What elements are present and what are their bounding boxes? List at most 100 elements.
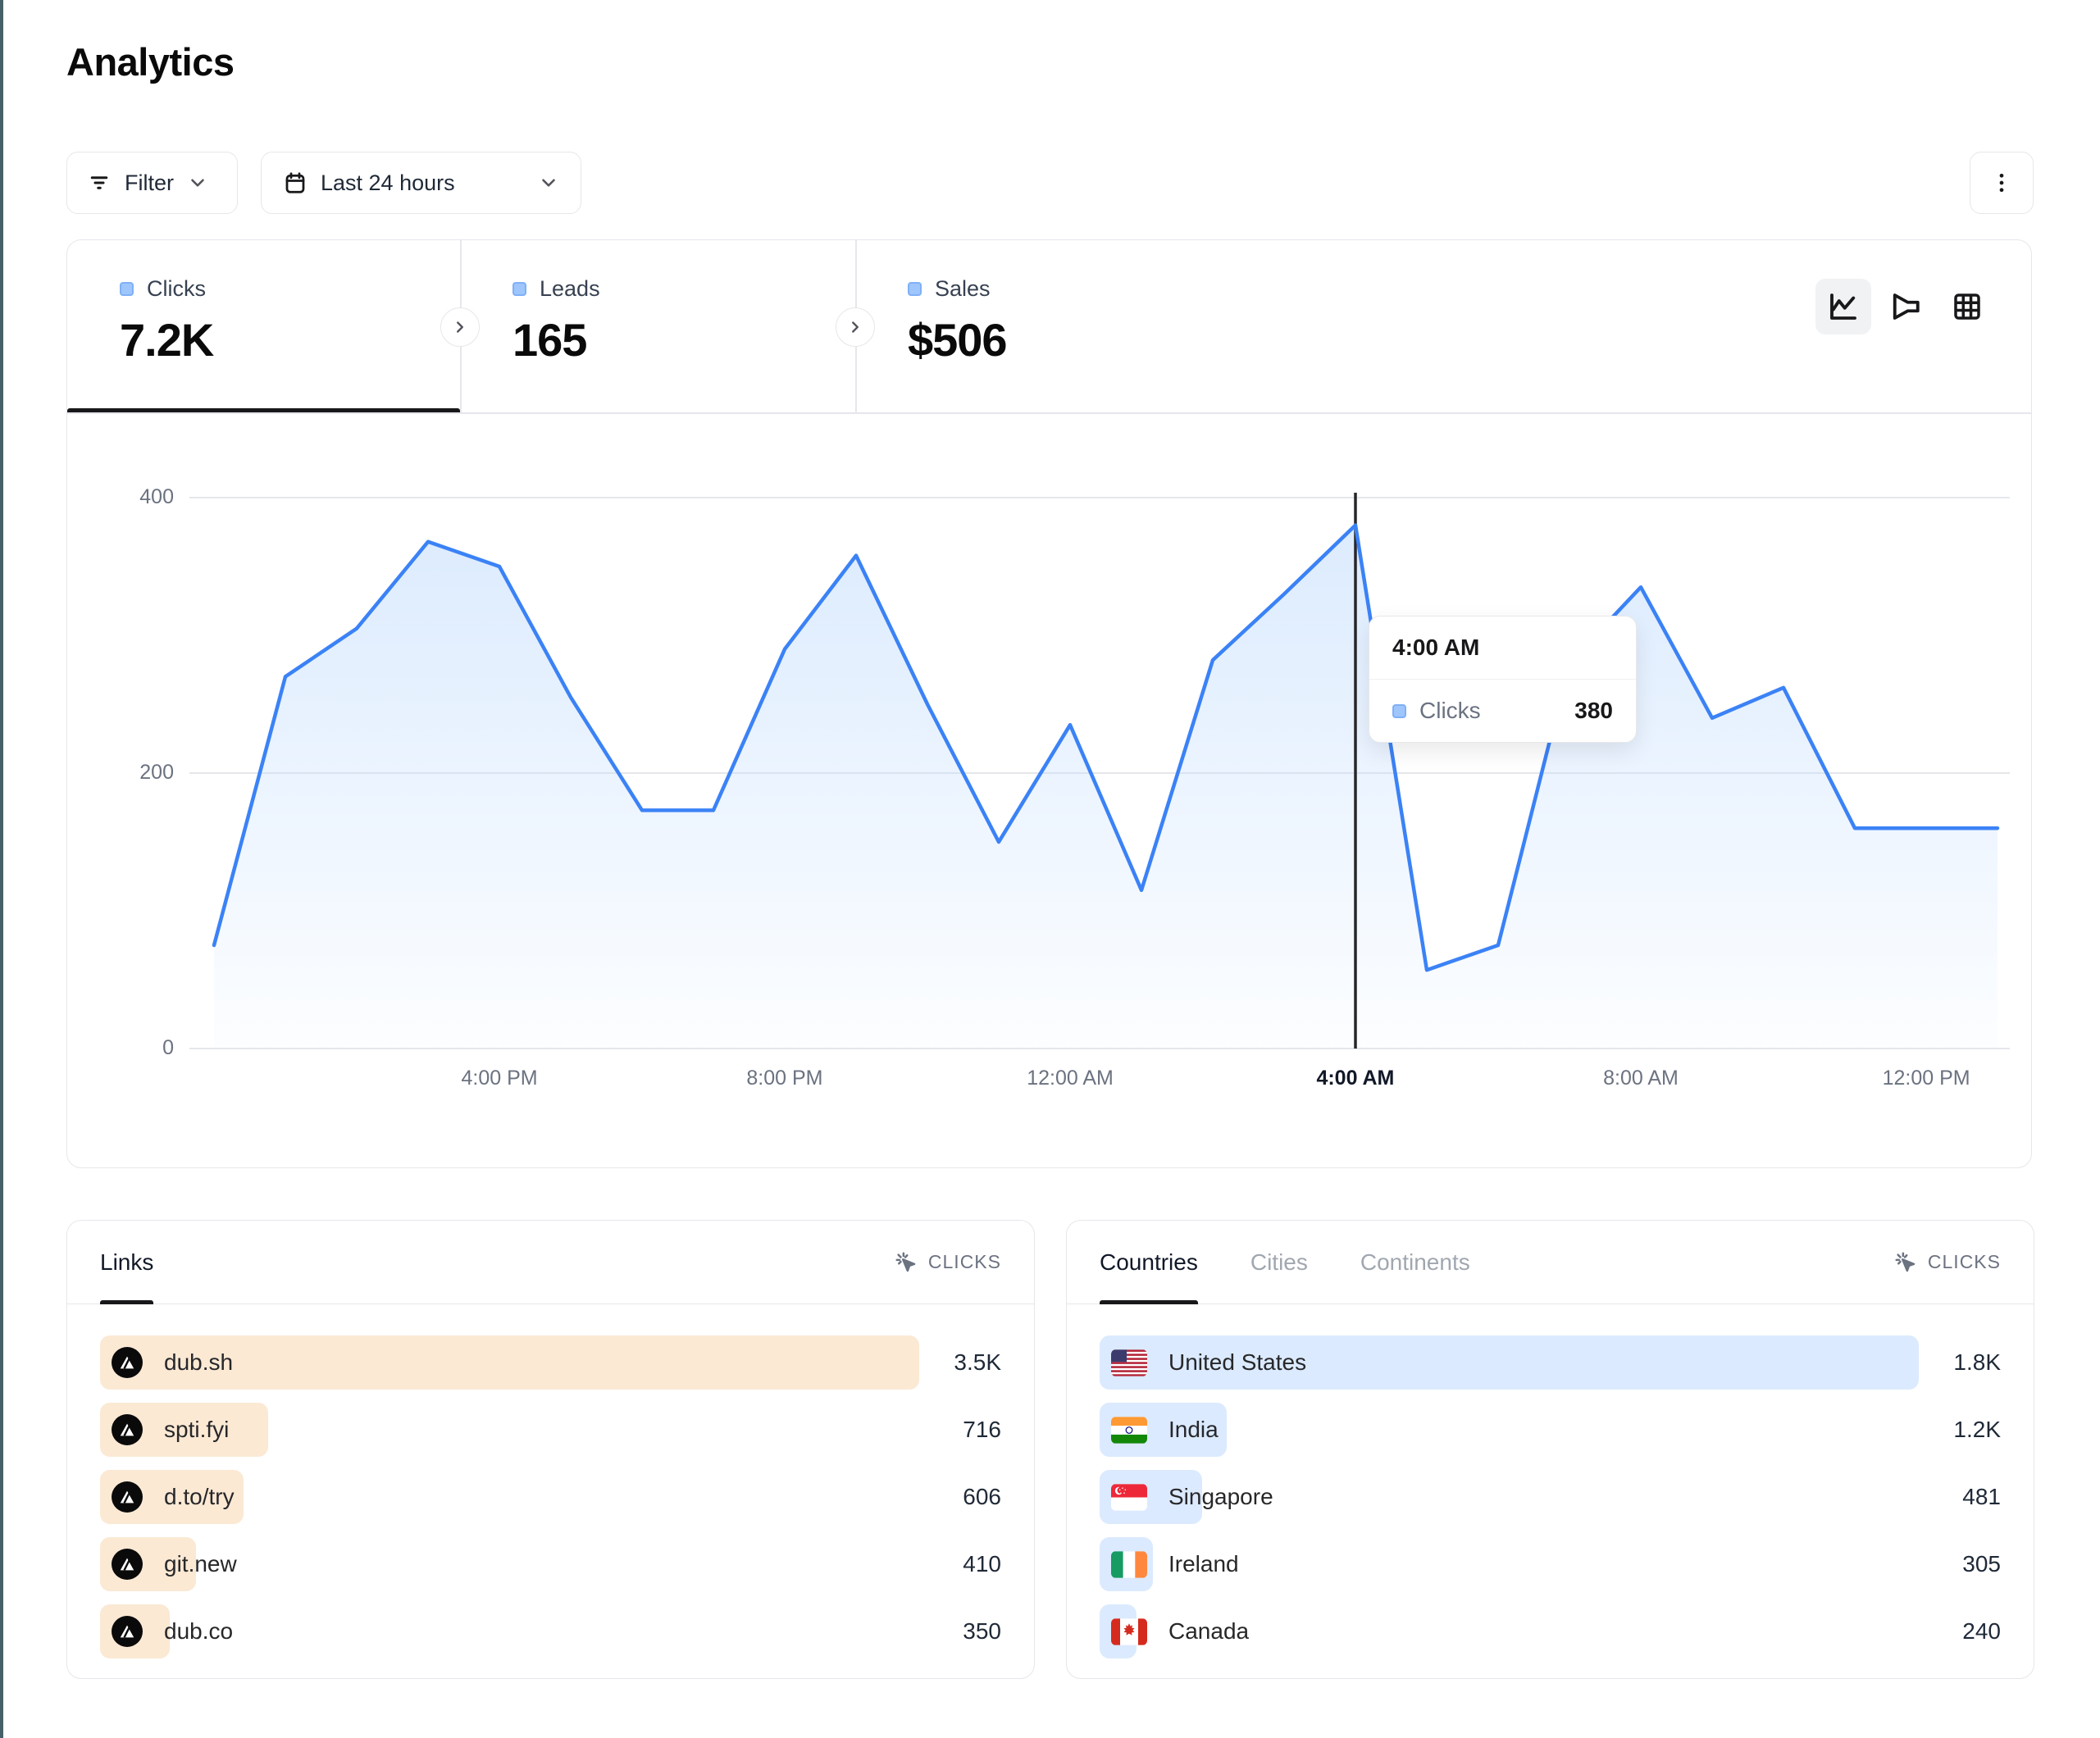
- tooltip-series-label: Clicks: [1419, 698, 1481, 724]
- link-clicks-value: 350: [963, 1604, 1001, 1658]
- link-label: dub.sh: [164, 1349, 233, 1376]
- metric-label: CLICKS: [928, 1251, 1001, 1273]
- dub-logo-icon: [112, 1414, 143, 1445]
- stat-value: 165: [512, 313, 855, 366]
- table-row[interactable]: India 1.2K: [1100, 1403, 2001, 1457]
- stat-label: Clicks: [147, 276, 206, 302]
- window-edge-strip: [0, 0, 3, 1738]
- tab-leads[interactable]: Leads 165: [460, 240, 855, 412]
- area-chart-svg: [189, 493, 2010, 1050]
- tooltip-time: 4:00 AM: [1369, 616, 1636, 680]
- stat-label: Leads: [540, 276, 600, 302]
- country-clicks-value: 305: [1962, 1537, 2001, 1591]
- country-label: Singapore: [1168, 1484, 1273, 1510]
- metric-label: CLICKS: [1928, 1251, 2001, 1273]
- date-range-button[interactable]: Last 24 hours: [261, 152, 581, 214]
- dub-logo-icon: [112, 1481, 143, 1513]
- table-row[interactable]: United States 1.8K: [1100, 1335, 2001, 1390]
- filter-button-label: Filter: [125, 171, 174, 196]
- link-label: d.to/try: [164, 1484, 235, 1510]
- clicks-area-chart[interactable]: 400 200 0 4:00 PM 8:00 PM 12:00 AM 4:00 …: [189, 493, 2010, 1050]
- x-tick: 12:00 PM: [1883, 1067, 1970, 1090]
- filter-lines-icon: [87, 171, 112, 195]
- country-clicks-value: 240: [1962, 1604, 2001, 1658]
- tab-cities[interactable]: Cities: [1250, 1221, 1308, 1304]
- country-clicks-value: 1.8K: [1953, 1335, 2001, 1390]
- table-row[interactable]: d.to/try 606: [100, 1470, 1001, 1524]
- analytics-page: Analytics Filter Last 24 hours Clicks 7.…: [0, 0, 2100, 1738]
- link-label: git.new: [164, 1551, 237, 1577]
- table-row[interactable]: Singapore 481: [1100, 1470, 2001, 1524]
- view-line-chart-button[interactable]: [1815, 279, 1871, 334]
- expand-sales-button[interactable]: [836, 307, 875, 347]
- analytics-chart-card: Clicks 7.2K Leads 165 Sales $506: [66, 239, 2032, 1168]
- x-tick: 12:00 AM: [1027, 1067, 1114, 1090]
- cursor-click-icon: [894, 1250, 918, 1275]
- table-row[interactable]: Canada 240: [1100, 1604, 2001, 1658]
- table-row[interactable]: spti.fyi 716: [100, 1403, 1001, 1457]
- y-tick-200: 200: [84, 761, 174, 785]
- links-panel: Links CLICKS dub.sh 3.5K sp: [66, 1220, 1035, 1679]
- x-tick: 8:00 PM: [746, 1067, 822, 1090]
- chevron-right-icon: [451, 318, 469, 336]
- expand-leads-button[interactable]: [440, 307, 480, 347]
- country-clicks-value: 481: [1962, 1470, 2001, 1524]
- stat-value: $506: [908, 313, 1249, 366]
- table-row[interactable]: Ireland 305: [1100, 1537, 2001, 1591]
- link-clicks-value: 716: [963, 1403, 1001, 1457]
- link-label: spti.fyi: [164, 1417, 229, 1443]
- tab-countries[interactable]: Countries: [1100, 1221, 1198, 1304]
- tab-links[interactable]: Links: [100, 1221, 153, 1304]
- flag-singapore-icon: [1111, 1484, 1147, 1511]
- link-label: dub.co: [164, 1618, 233, 1645]
- countries-panel: Countries Cities Continents CLICKS Unite…: [1066, 1220, 2034, 1679]
- table-row[interactable]: dub.sh 3.5K: [100, 1335, 1001, 1390]
- country-label: Canada: [1168, 1618, 1249, 1645]
- country-label: India: [1168, 1417, 1219, 1443]
- view-funnel-button[interactable]: [1877, 279, 1933, 334]
- links-metric-header[interactable]: CLICKS: [894, 1221, 1001, 1304]
- countries-metric-header[interactable]: CLICKS: [1893, 1221, 2001, 1304]
- chart-tooltip: 4:00 AM Clicks 380: [1369, 616, 1637, 743]
- link-clicks-value: 606: [963, 1470, 1001, 1524]
- tooltip-value: 380: [1574, 698, 1613, 724]
- countries-rows: United States 1.8K India 1.2K Singapore …: [1100, 1335, 2001, 1672]
- link-clicks-value: 410: [963, 1537, 1001, 1591]
- clicks-legend-square: [120, 282, 134, 296]
- chevron-down-icon: [187, 172, 208, 193]
- links-panel-header: Links CLICKS: [67, 1221, 1034, 1304]
- country-label: United States: [1168, 1349, 1306, 1376]
- line-chart-icon: [1826, 289, 1861, 324]
- links-rows: dub.sh 3.5K spti.fyi 716 d.to/try 606: [100, 1335, 1001, 1672]
- chevron-right-icon: [846, 318, 864, 336]
- filter-button[interactable]: Filter: [66, 152, 238, 214]
- table-row[interactable]: dub.co 350: [100, 1604, 1001, 1658]
- dub-logo-icon: [112, 1616, 143, 1647]
- view-table-button[interactable]: [1939, 279, 1995, 334]
- chevron-down-icon: [538, 172, 559, 193]
- link-clicks-value: 3.5K: [954, 1335, 1001, 1390]
- stats-divider: [67, 412, 2031, 414]
- more-options-button[interactable]: [1970, 152, 2034, 214]
- flag-india-icon: [1111, 1417, 1147, 1444]
- date-range-label: Last 24 hours: [321, 171, 455, 196]
- x-tick: 8:00 AM: [1603, 1067, 1679, 1090]
- table-grid-icon: [1950, 289, 1984, 324]
- dub-logo-icon: [112, 1549, 143, 1580]
- flag-canada-icon: [1111, 1618, 1147, 1645]
- country-label: Ireland: [1168, 1551, 1239, 1577]
- page-title: Analytics: [66, 39, 234, 84]
- x-tick-active: 4:00 AM: [1316, 1067, 1394, 1090]
- table-row[interactable]: git.new 410: [100, 1537, 1001, 1591]
- cursor-click-icon: [1893, 1250, 1918, 1275]
- sales-legend-square: [908, 282, 922, 296]
- y-tick-400: 400: [84, 485, 174, 509]
- dub-logo-icon: [112, 1347, 143, 1378]
- stat-label: Sales: [935, 276, 991, 302]
- funnel-chart-icon: [1888, 289, 1922, 324]
- x-tick: 4:00 PM: [462, 1067, 538, 1090]
- countries-panel-header: Countries Cities Continents CLICKS: [1067, 1221, 2034, 1304]
- tab-sales[interactable]: Sales $506: [855, 240, 1249, 412]
- tab-clicks[interactable]: Clicks 7.2K: [67, 240, 460, 412]
- tab-continents[interactable]: Continents: [1360, 1221, 1470, 1304]
